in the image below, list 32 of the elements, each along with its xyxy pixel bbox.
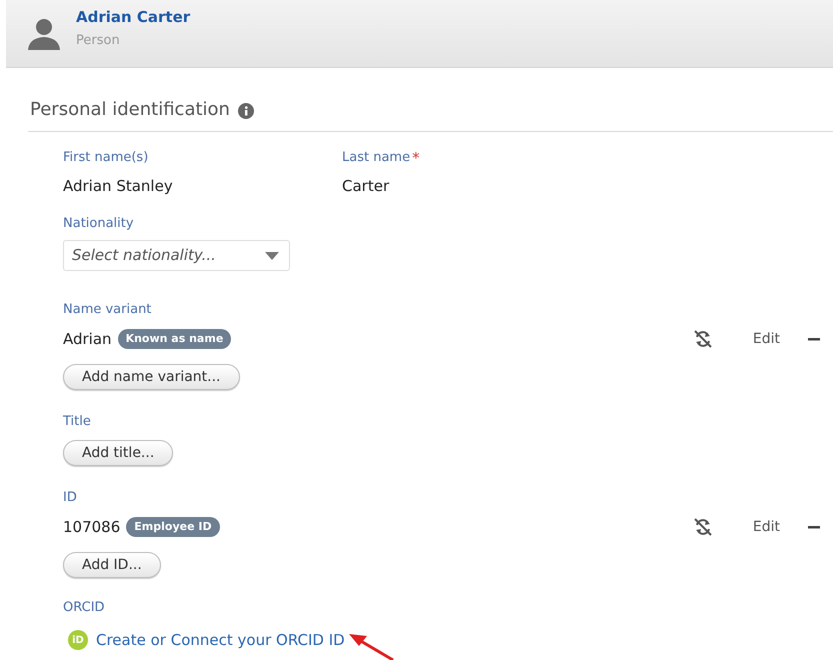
- caret-icon: [265, 252, 279, 260]
- section-title: Personal identification: [30, 98, 230, 122]
- orcid-link[interactable]: Create or Connect your ORCID ID: [96, 628, 345, 652]
- edit-link[interactable]: Edit: [752, 516, 780, 538]
- field-value: Carter: [342, 176, 390, 196]
- person-name[interactable]: Adrian Carter: [76, 6, 190, 26]
- field-value: Adrian: [63, 329, 112, 349]
- field-label: Name variant: [63, 302, 152, 318]
- info-icon[interactable]: [238, 103, 254, 119]
- field-label: ID: [63, 490, 78, 506]
- field-value: 107086: [63, 517, 120, 537]
- field-label: First name(s): [63, 150, 148, 166]
- required-mark: *: [412, 150, 420, 166]
- add-button[interactable]: Add name variant...: [63, 364, 240, 390]
- orcid-logo-icon: iD: [68, 630, 88, 650]
- sync-off-icon[interactable]: [692, 329, 713, 349]
- sync-off-icon[interactable]: [692, 517, 713, 537]
- field-label: Title: [63, 414, 92, 430]
- field-label: Last name: [342, 150, 410, 166]
- edit-link[interactable]: Edit: [752, 328, 780, 350]
- field-label: Nationality: [63, 216, 135, 232]
- add-button[interactable]: Add ID...: [63, 552, 161, 578]
- tag-badge: Known as name: [118, 329, 232, 349]
- field-label: ORCID: [63, 600, 106, 616]
- remove-icon[interactable]: [808, 526, 820, 528]
- remove-icon[interactable]: [808, 338, 820, 340]
- record-type: Person: [76, 32, 121, 50]
- tag-badge: Employee ID: [126, 517, 220, 537]
- field-value: Adrian Stanley: [63, 176, 174, 196]
- select-placeholder: Select nationality...: [72, 245, 216, 266]
- add-button[interactable]: Add title...: [63, 440, 174, 466]
- nationality-select[interactable]: Select nationality...: [63, 240, 290, 271]
